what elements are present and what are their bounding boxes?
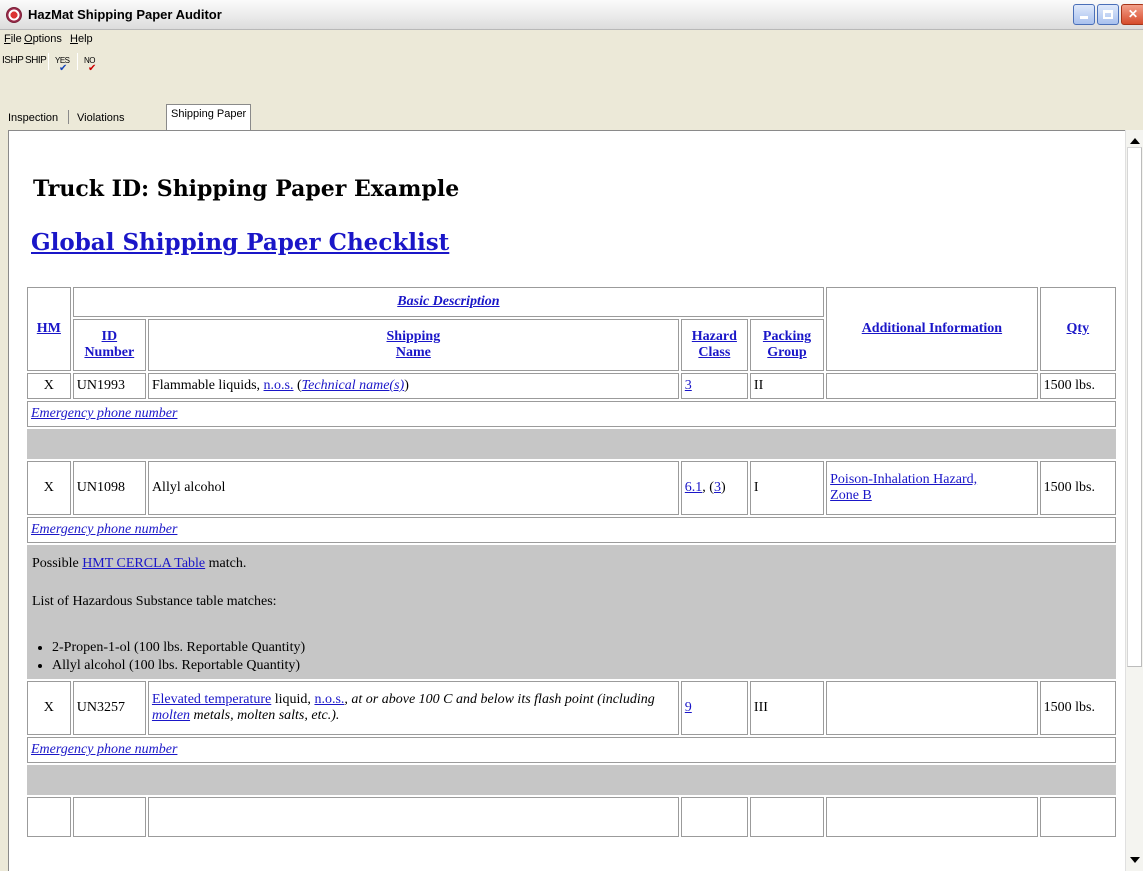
qty-cell: 1500 lbs. xyxy=(1039,681,1116,735)
toolbar-separator xyxy=(48,53,49,70)
matches-list: 2-Propen-1-ol (100 lbs. Reportable Quant… xyxy=(32,640,1111,674)
hazard-class-link[interactable]: 6.1 xyxy=(685,480,703,495)
tab-divider xyxy=(68,110,69,124)
menu-options[interactable]: Options xyxy=(24,33,62,45)
hazard-class-link[interactable]: 3 xyxy=(685,378,692,393)
table-row xyxy=(27,797,1116,837)
table-row: X UN1993 Flammable liquids, n.o.s. (Tech… xyxy=(27,373,1116,399)
no-button[interactable]: NO ✔ xyxy=(84,55,104,74)
scroll-up-icon[interactable] xyxy=(1130,138,1140,144)
header-basic-description[interactable]: Basic Description xyxy=(72,287,825,317)
hazard-class-cell: 6.1, (3) xyxy=(680,461,748,515)
scroll-down-icon[interactable] xyxy=(1130,857,1140,863)
notes-row xyxy=(27,765,1116,795)
id-cell: UN1993 xyxy=(72,373,146,399)
header-additional-information[interactable]: Additional Information xyxy=(826,287,1038,371)
cercla-note: Possible HMT CERCLA Table match. xyxy=(32,556,247,571)
matches-title: List of Hazardous Substance table matche… xyxy=(32,594,277,609)
additional-info-cell xyxy=(826,373,1038,399)
menu-help[interactable]: Help xyxy=(70,33,93,45)
scrollbar-thumb[interactable] xyxy=(1127,147,1142,667)
list-item: 2-Propen-1-ol (100 lbs. Reportable Quant… xyxy=(52,640,1111,656)
checklist-link[interactable]: Global Shipping Paper Checklist xyxy=(31,229,449,256)
menu-bar: File Options Help xyxy=(0,30,1143,50)
emergency-phone-link[interactable]: Emergency phone number xyxy=(31,522,177,537)
notes-row: Possible HMT CERCLA Table match. List of… xyxy=(27,545,1116,679)
additional-info-cell: Poison-Inhalation Hazard, Zone B xyxy=(826,461,1038,515)
qty-cell: 1500 lbs. xyxy=(1039,373,1116,399)
minimize-button[interactable] xyxy=(1073,4,1095,25)
hazard-class-link[interactable]: 9 xyxy=(685,700,692,715)
toolbar-separator xyxy=(77,53,78,70)
maximize-icon xyxy=(1103,10,1113,19)
emergency-phone-link[interactable]: Emergency phone number xyxy=(31,742,177,757)
list-item: Allyl alcohol (100 lbs. Reportable Quant… xyxy=(52,658,1111,674)
hazard-class-cell: 3 xyxy=(680,373,748,399)
emergency-row: Emergency phone number xyxy=(27,737,1116,763)
content-pane: Truck ID: Shipping Paper Example Global … xyxy=(8,130,1143,871)
hm-cell: X xyxy=(27,373,71,399)
shipping-table: HM Basic Description Additional Informat… xyxy=(25,285,1118,839)
minimize-icon xyxy=(1080,16,1088,19)
shipping-name-cell: Elevated temperature liquid, n.o.s., at … xyxy=(147,681,679,735)
packing-group-cell: I xyxy=(749,461,825,515)
shipping-name-cell: Flammable liquids, n.o.s. (Technical nam… xyxy=(147,373,679,399)
page-title: Truck ID: Shipping Paper Example xyxy=(33,176,460,202)
nos-link[interactable]: n.o.s. xyxy=(264,378,294,393)
emergency-phone-link[interactable]: Emergency phone number xyxy=(31,406,177,421)
ship-button[interactable]: SHIP xyxy=(25,55,47,66)
header-id-number[interactable]: ID Number xyxy=(72,319,146,371)
header-shipping-name[interactable]: Shipping Name xyxy=(147,319,679,371)
elevated-temperature-link[interactable]: Elevated temperature xyxy=(152,692,271,707)
subsidiary-hazard-link[interactable]: 3 xyxy=(714,480,721,495)
maximize-button[interactable] xyxy=(1097,4,1119,25)
window-title: HazMat Shipping Paper Auditor xyxy=(28,7,222,22)
hm-cell: X xyxy=(27,461,71,515)
close-icon: ✕ xyxy=(1127,7,1139,21)
ishp-button[interactable]: ISHP xyxy=(2,55,24,66)
vertical-scrollbar[interactable] xyxy=(1125,130,1143,871)
hm-cell: X xyxy=(27,681,71,735)
tab-shipping-paper[interactable]: Shipping Paper xyxy=(166,104,252,131)
toolbar: ISHP SHIP YES ✔ NO ✔ xyxy=(0,50,1143,74)
app-icon xyxy=(6,7,22,23)
hazard-class-cell: 9 xyxy=(680,681,748,735)
nos-link[interactable]: n.o.s. xyxy=(314,692,344,707)
table-row: X UN3257 Elevated temperature liquid, n.… xyxy=(27,681,1116,735)
header-hm[interactable]: HM xyxy=(27,287,71,371)
close-button[interactable]: ✕ xyxy=(1121,4,1143,25)
hmt-cercla-table-link[interactable]: HMT CERCLA Table xyxy=(82,556,205,571)
red-check-icon: ✔ xyxy=(88,63,96,74)
menu-file[interactable]: File xyxy=(4,33,22,45)
header-packing-group[interactable]: Packing Group xyxy=(749,319,825,371)
table-row: X UN1098 Allyl alcohol 6.1, (3) I Poison… xyxy=(27,461,1116,515)
header-hazard-class[interactable]: Hazard Class xyxy=(680,319,748,371)
emergency-row: Emergency phone number xyxy=(27,401,1116,427)
packing-group-cell: II xyxy=(749,373,825,399)
yes-button[interactable]: YES ✔ xyxy=(55,55,75,74)
checkmark-icon: ✔ xyxy=(59,63,67,74)
title-bar: HazMat Shipping Paper Auditor ✕ xyxy=(0,0,1143,30)
tab-violations[interactable]: Violations xyxy=(73,110,129,128)
shipping-name-cell: Allyl alcohol xyxy=(147,461,679,515)
tab-inspection[interactable]: Inspection xyxy=(4,110,62,128)
header-qty[interactable]: Qty xyxy=(1039,287,1116,371)
id-cell: UN3257 xyxy=(72,681,146,735)
notes-row xyxy=(27,429,1116,459)
emergency-row: Emergency phone number xyxy=(27,517,1116,543)
molten-link[interactable]: molten xyxy=(152,708,190,723)
packing-group-cell: III xyxy=(749,681,825,735)
technical-name-link[interactable]: Technical name(s) xyxy=(302,378,405,393)
qty-cell: 1500 lbs. xyxy=(1039,461,1116,515)
poison-inhalation-link[interactable]: Poison-Inhalation Hazard, Zone B xyxy=(830,472,977,503)
id-cell: UN1098 xyxy=(72,461,146,515)
additional-info-cell xyxy=(826,681,1038,735)
